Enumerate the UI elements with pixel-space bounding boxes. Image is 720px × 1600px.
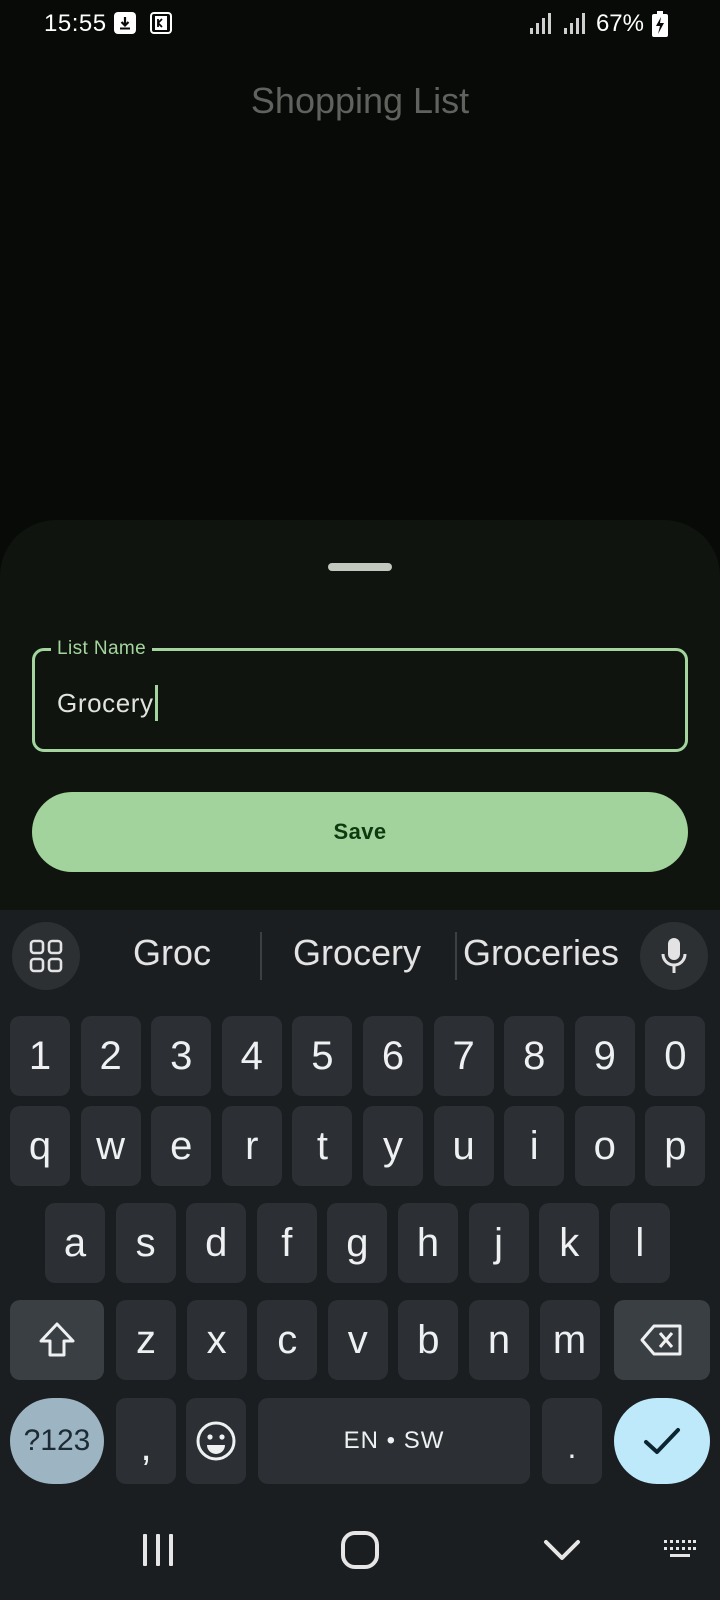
backspace-icon	[640, 1324, 682, 1356]
number-key-2[interactable]: 2	[80, 1016, 141, 1096]
letter-key-x[interactable]: x	[186, 1300, 247, 1380]
letter-key-r[interactable]: r	[221, 1106, 282, 1186]
letter-key-d[interactable]: d	[186, 1203, 247, 1283]
keyboard-menu-button[interactable]	[12, 922, 80, 990]
k-app-icon	[150, 12, 172, 34]
number-key-5[interactable]: 5	[292, 1016, 353, 1096]
voice-input-button[interactable]	[640, 922, 708, 990]
letter-key-a[interactable]: a	[45, 1203, 105, 1283]
list-name-label: List Name	[51, 637, 153, 661]
letter-key-w[interactable]: w	[80, 1106, 141, 1186]
home-icon	[341, 1531, 379, 1569]
keyboard-icon	[664, 1540, 696, 1557]
letter-key-q[interactable]: q	[10, 1106, 70, 1186]
navigation-bar	[0, 1500, 720, 1600]
letter-key-n[interactable]: n	[469, 1300, 529, 1380]
suggestion-divider	[260, 932, 262, 980]
save-button[interactable]: Save	[32, 792, 688, 872]
number-key-6[interactable]: 6	[363, 1016, 423, 1096]
letter-key-t[interactable]: t	[292, 1106, 353, 1186]
keyboard-switch-button[interactable]	[650, 1522, 710, 1578]
emoji-key[interactable]	[186, 1398, 246, 1484]
number-key-3[interactable]: 3	[151, 1016, 212, 1096]
letter-key-j[interactable]: j	[468, 1203, 529, 1283]
letter-key-b[interactable]: b	[398, 1300, 459, 1380]
letter-key-k[interactable]: k	[539, 1203, 600, 1283]
suggestion-1[interactable]: Groc	[92, 932, 252, 974]
letter-key-c[interactable]: c	[257, 1300, 318, 1380]
recent-apps-button[interactable]	[128, 1522, 188, 1578]
number-key-4[interactable]: 4	[221, 1016, 282, 1096]
done-key[interactable]	[614, 1398, 710, 1484]
letter-key-h[interactable]: h	[398, 1203, 458, 1283]
drag-handle[interactable]	[328, 563, 392, 571]
signal-icon	[529, 13, 551, 34]
symbols-key[interactable]: ?123	[10, 1398, 104, 1484]
status-bar: 15:55 67%	[0, 0, 720, 50]
microphone-icon	[661, 938, 687, 973]
letter-key-e[interactable]: e	[151, 1106, 212, 1186]
home-button[interactable]	[330, 1522, 390, 1578]
letter-key-i[interactable]: i	[504, 1106, 565, 1186]
period-key[interactable]: .	[542, 1398, 602, 1484]
letter-key-v[interactable]: v	[327, 1300, 388, 1380]
number-key-8[interactable]: 8	[504, 1016, 565, 1096]
letter-key-y[interactable]: y	[363, 1106, 423, 1186]
bottom-sheet: List Name Grocery Save	[0, 520, 720, 910]
space-key[interactable]: EN • SW	[258, 1398, 530, 1484]
letter-key-z[interactable]: z	[116, 1300, 176, 1380]
backspace-key[interactable]	[614, 1300, 710, 1380]
signal-icon-2	[563, 13, 585, 34]
suggestion-divider	[455, 932, 457, 980]
page-title: Shopping List	[250, 80, 470, 121]
number-key-0[interactable]: 0	[645, 1016, 706, 1096]
text-caret	[154, 685, 158, 721]
number-key-7[interactable]: 7	[433, 1016, 494, 1096]
grid-icon	[29, 939, 63, 973]
letter-key-u[interactable]: u	[433, 1106, 494, 1186]
number-key-9[interactable]: 9	[574, 1016, 635, 1096]
suggestion-3[interactable]: Groceries	[460, 932, 622, 974]
battery-charging-icon	[652, 11, 668, 37]
status-right-group: 67%	[528, 10, 668, 38]
battery-percent: 67%	[595, 10, 644, 37]
list-name-value: Grocery	[57, 687, 154, 718]
letter-key-l[interactable]: l	[609, 1203, 670, 1283]
letter-key-m[interactable]: m	[539, 1300, 600, 1380]
shift-arrow-icon	[39, 1322, 75, 1357]
letter-key-s[interactable]: s	[115, 1203, 176, 1283]
letter-key-o[interactable]: o	[574, 1106, 635, 1186]
shift-key[interactable]	[10, 1300, 104, 1380]
suggestion-bar: Groc Grocery Groceries	[0, 910, 720, 1006]
letter-key-g[interactable]: g	[327, 1203, 388, 1283]
recent-apps-icon	[143, 1534, 173, 1566]
suggestion-2[interactable]: Grocery	[272, 932, 442, 974]
list-name-field[interactable]: List Name Grocery	[32, 637, 688, 752]
list-name-input[interactable]: Grocery	[57, 685, 158, 721]
hide-keyboard-button[interactable]	[532, 1522, 592, 1578]
status-time: 15:55	[44, 10, 107, 37]
check-icon	[644, 1428, 680, 1454]
letter-key-f[interactable]: f	[256, 1203, 317, 1283]
emoji-icon	[196, 1421, 236, 1461]
download-icon	[114, 12, 136, 34]
letter-key-p[interactable]: p	[645, 1106, 706, 1186]
keyboard: Groc Grocery Groceries 1234567890 qwerty…	[0, 910, 720, 1600]
comma-key[interactable]: ,	[116, 1398, 176, 1484]
chevron-down-icon	[544, 1540, 580, 1560]
number-key-1[interactable]: 1	[10, 1016, 70, 1096]
